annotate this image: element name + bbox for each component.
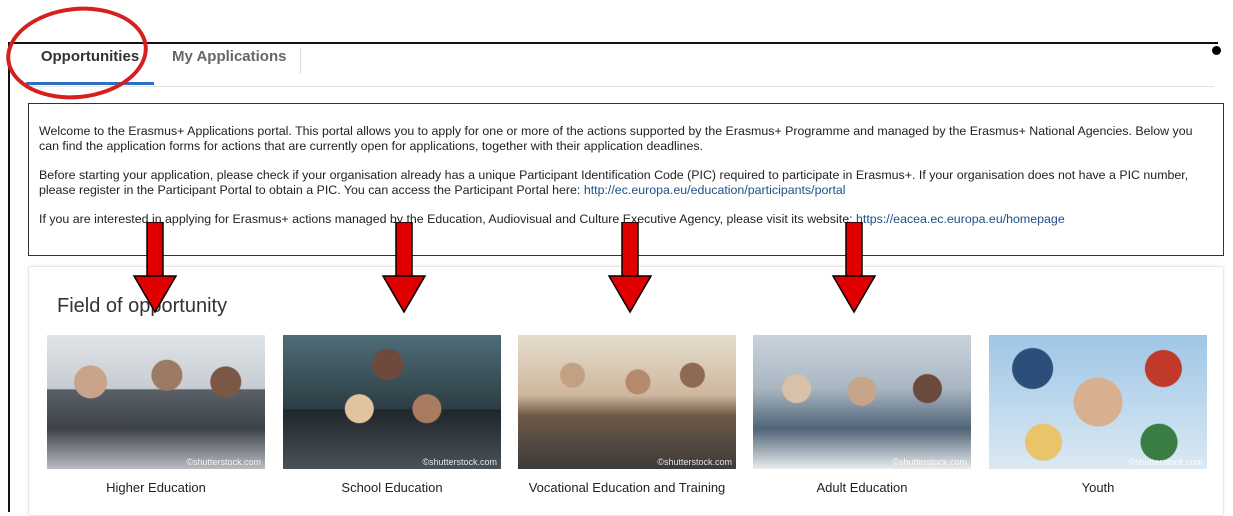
frame-left-border <box>8 42 10 512</box>
annotation-arrow-down-icon <box>381 222 427 314</box>
field-tile-higher-education[interactable]: ©shutterstock.com Higher Education <box>47 335 265 495</box>
intro-paragraph-welcome: Welcome to the Erasmus+ Applications por… <box>39 124 1193 153</box>
field-label: Youth <box>1081 480 1115 495</box>
field-label: Higher Education <box>106 480 206 495</box>
annotation-arrow-down-icon <box>607 222 653 314</box>
watermark: ©shutterstock.com <box>892 457 967 467</box>
school-education-image: ©shutterstock.com <box>283 335 501 469</box>
field-tile-school-education[interactable]: ©shutterstock.com School Education <box>283 335 501 495</box>
field-tile-adult-education[interactable]: ©shutterstock.com Adult Education <box>753 335 971 495</box>
watermark: ©shutterstock.com <box>422 457 497 467</box>
annotation-arrow-down-icon <box>831 222 877 314</box>
field-label: Vocational Education and Training <box>528 480 726 495</box>
watermark: ©shutterstock.com <box>186 457 261 467</box>
higher-education-image: ©shutterstock.com <box>47 335 265 469</box>
annotation-ellipse <box>1 0 153 107</box>
field-label: School Education <box>341 480 443 495</box>
adult-education-image: ©shutterstock.com <box>753 335 971 469</box>
eacea-website-link[interactable]: https://eacea.ec.europa.eu/homepage <box>856 212 1065 226</box>
tab-bar: Opportunities My Applications <box>26 44 1214 87</box>
youth-image: ©shutterstock.com <box>989 335 1207 469</box>
vocational-education-image: ©shutterstock.com <box>518 335 736 469</box>
watermark: ©shutterstock.com <box>657 457 732 467</box>
intro-paragraph-pic: Before starting your application, please… <box>39 168 1213 198</box>
tab-divider <box>300 48 301 74</box>
field-tile-vocational-education[interactable]: ©shutterstock.com Vocational Education a… <box>518 335 736 495</box>
field-tile-youth[interactable]: ©shutterstock.com Youth <box>989 335 1207 495</box>
annotation-arrow-down-icon <box>132 222 178 314</box>
participant-portal-link[interactable]: http://ec.europa.eu/education/participan… <box>584 183 846 197</box>
field-label: Adult Education <box>816 480 908 495</box>
tab-my-applications[interactable]: My Applications <box>172 44 300 84</box>
watermark: ©shutterstock.com <box>1128 457 1203 467</box>
